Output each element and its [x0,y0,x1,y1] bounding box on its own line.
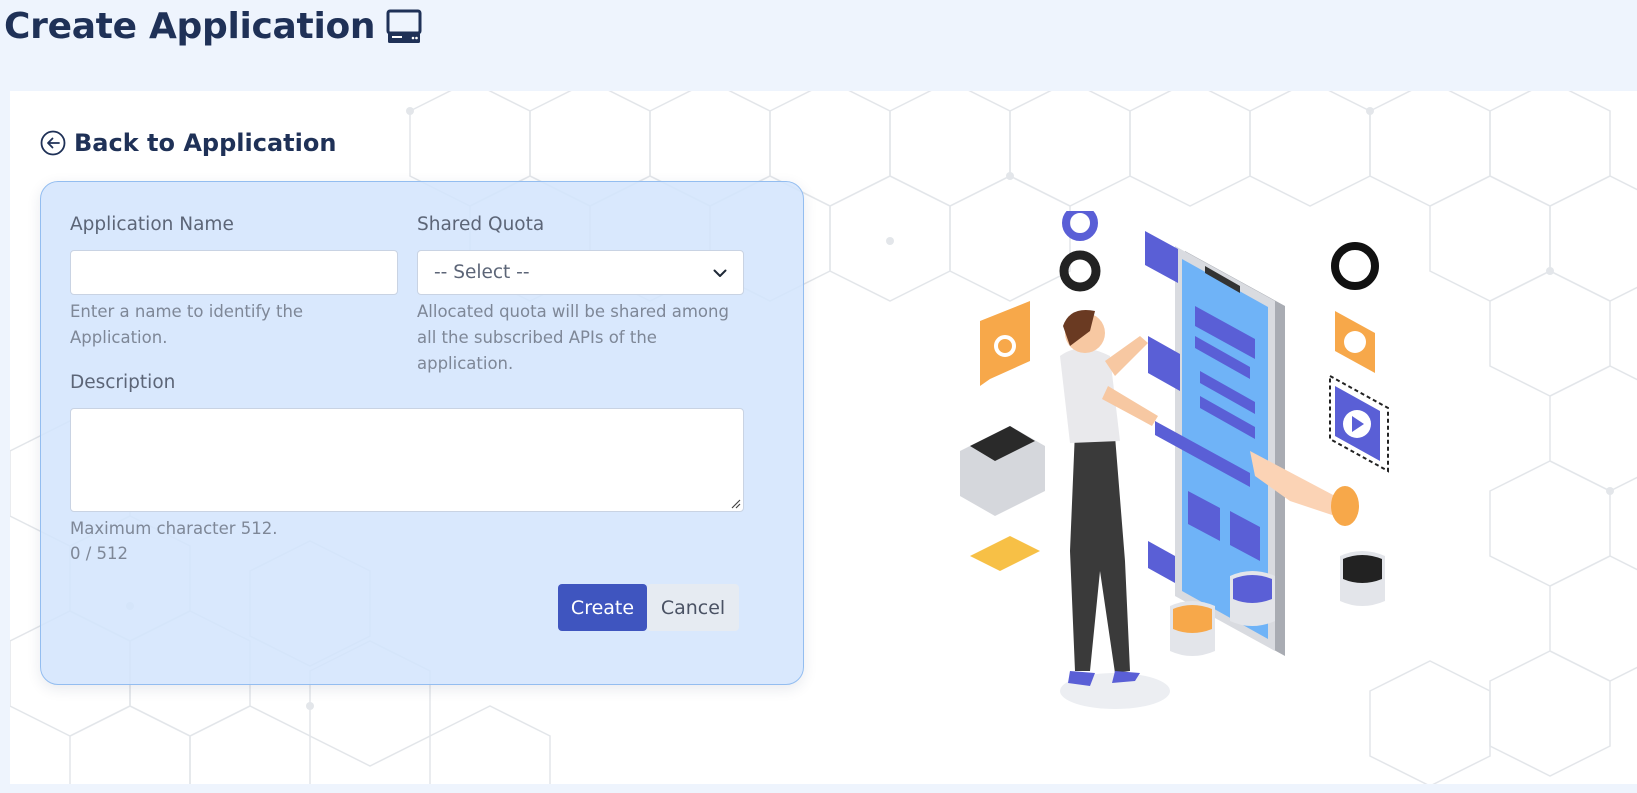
description-char-counter: 0 / 512 [70,544,129,563]
application-name-label: Application Name [70,214,234,235]
description-max-help: Maximum character 512. [70,519,278,538]
chevron-down-icon [711,264,729,282]
back-link-label: Back to Application [74,129,337,157]
application-name-input[interactable] [70,250,398,295]
shared-quota-label: Shared Quota [417,214,545,235]
computer-icon [385,8,423,46]
description-label: Description [70,372,176,393]
shared-quota-select[interactable]: -- Select -- [417,250,744,295]
app-builder-illustration [960,211,1389,709]
page-title: Create Application [4,6,423,47]
main-content: Back to Application Application Name Ent… [10,91,1637,784]
shared-quota-help: Allocated quota will be shared among all… [417,302,729,373]
resize-handle-icon[interactable] [729,497,741,509]
shared-quota-selected: -- Select -- [434,262,530,283]
page-header: Create Application [0,0,1637,86]
cancel-button[interactable]: Cancel [647,584,739,631]
page-title-text: Create Application [4,6,376,47]
application-name-help: Enter a name to identify the Application… [70,302,304,347]
back-to-application-link[interactable]: Back to Application [40,129,336,157]
create-button[interactable]: Create [558,584,647,631]
arrow-left-circle-icon [40,130,66,156]
description-textarea[interactable] [70,408,744,512]
create-application-form: Application Name Enter a name to identif… [40,181,804,685]
